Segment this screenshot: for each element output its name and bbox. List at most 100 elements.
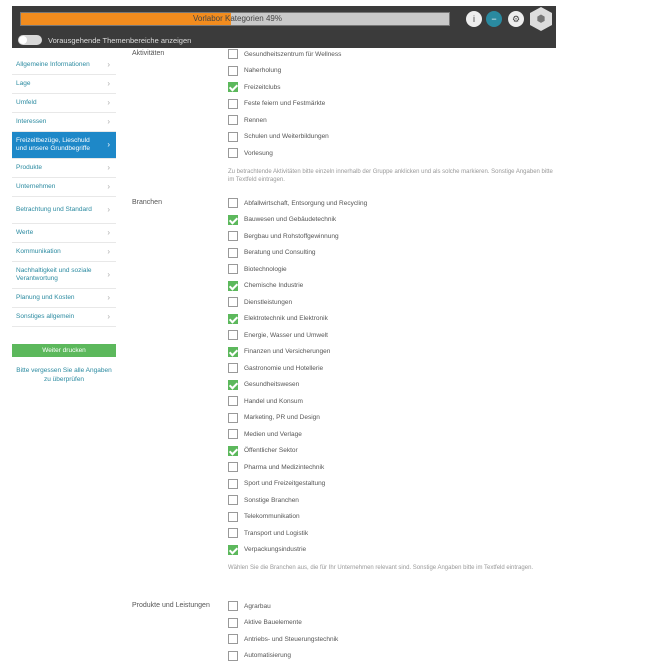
checkbox-icon[interactable]	[228, 429, 238, 439]
sidebar-item[interactable]: Umfeld ›	[12, 94, 116, 113]
checkbox-icon[interactable]	[228, 264, 238, 274]
checkbox-option[interactable]: Beratung und Consulting	[228, 247, 316, 259]
checkbox-icon[interactable]	[228, 617, 238, 628]
checkbox-option[interactable]: Sonstige Branchen	[228, 494, 299, 506]
checkbox-option[interactable]: Marketing, PR und Design	[228, 412, 320, 424]
checkbox-icon[interactable]	[228, 247, 238, 258]
checkbox-option[interactable]: Telekommunikation	[228, 511, 300, 523]
checkbox-icon[interactable]	[228, 231, 238, 241]
sidebar-item[interactable]: Planung und Kosten ›	[12, 289, 116, 308]
themes-toggle[interactable]	[18, 35, 42, 45]
checkbox-label: Abfallwirtschaft, Entsorgung und Recycli…	[244, 199, 368, 207]
checkbox-checked-icon[interactable]	[228, 313, 238, 324]
section-note: Wählen Sie die Branchen aus, die für Ihr…	[228, 565, 534, 571]
sidebar-item[interactable]: Sonstiges allgemein ›	[12, 308, 116, 327]
checkbox-checked-icon[interactable]	[228, 82, 238, 92]
sidebar-item-label: Betrachtung und Standard	[16, 206, 92, 213]
sidebar-item-label: Nachhaltigkeit und soziale Verantwortung	[16, 267, 92, 282]
checkbox-option[interactable]: Feste feiern und Festmärkte	[228, 98, 325, 110]
checkbox-label: Gesundheitszentrum für Wellness	[244, 50, 342, 58]
sidebar-item[interactable]: Produkte ›	[12, 159, 116, 178]
checkbox-option[interactable]: Automatisierung	[228, 650, 291, 662]
sidebar-note[interactable]: Bitte vergessen Sie alle Angaben zu über…	[12, 366, 116, 384]
checkbox-option[interactable]: Finanzen und Versicherungen	[228, 346, 330, 358]
checkbox-icon[interactable]	[228, 297, 238, 307]
checkbox-icon[interactable]	[228, 601, 238, 611]
checkbox-option[interactable]: Antriebs- und Steuerungstechnik	[228, 633, 338, 645]
checkbox-icon[interactable]	[228, 65, 238, 76]
checkbox-option[interactable]: Agrarbau	[228, 600, 271, 612]
checkbox-checked-icon[interactable]	[228, 280, 238, 291]
checkbox-option[interactable]: Rennen	[228, 114, 267, 126]
checkbox-option[interactable]: Gesundheitswesen	[228, 379, 299, 391]
info-button[interactable]: i	[466, 11, 482, 27]
checkbox-option[interactable]: Elektrotechnik und Elektronik	[228, 313, 328, 325]
sidebar-item[interactable]: Werte ›	[12, 224, 116, 243]
checkbox-label: Gesundheitswesen	[244, 381, 300, 388]
checkbox-option[interactable]: Öffentlicher Sektor	[228, 445, 298, 457]
checkbox-label: Medien und Verlage	[244, 430, 302, 438]
checkbox-icon[interactable]	[228, 363, 238, 373]
checkbox-option[interactable]: Medien und Verlage	[228, 428, 302, 440]
checkbox-icon[interactable]	[228, 330, 238, 340]
checkbox-option[interactable]: Bergbau und Rohstoffgewinnung	[228, 230, 339, 242]
checkbox-option[interactable]: Biotechnologie	[228, 263, 287, 275]
sidebar-item[interactable]: Unternehmen ›	[12, 178, 116, 197]
checkbox-icon[interactable]	[228, 148, 238, 158]
checkbox-icon[interactable]	[228, 478, 238, 489]
checkbox-option[interactable]: Naherholung	[228, 65, 281, 77]
checkbox-option[interactable]: Energie, Wasser und Umwelt	[228, 329, 328, 341]
checkbox-option[interactable]: Verpackungsindustrie	[228, 544, 306, 556]
checkbox-checked-icon[interactable]	[228, 379, 238, 390]
checkbox-checked-icon[interactable]	[228, 445, 238, 456]
minimize-button[interactable]: −	[486, 11, 502, 27]
checkbox-icon[interactable]	[228, 98, 238, 109]
checkbox-icon[interactable]	[228, 396, 238, 406]
checkbox-icon[interactable]	[228, 49, 238, 59]
checkbox-option[interactable]: Abfallwirtschaft, Entsorgung und Recycli…	[228, 197, 367, 209]
settings-button[interactable]: ⚙	[508, 11, 524, 27]
toggle-knob	[19, 36, 27, 44]
checkbox-icon[interactable]	[228, 634, 238, 644]
checkbox-checked-icon[interactable]	[228, 544, 238, 555]
checkbox-option[interactable]: Schulen und Weiterbildungen	[228, 131, 329, 143]
checkbox-option[interactable]: Gesundheitszentrum für Wellness	[228, 48, 341, 60]
checkbox-icon[interactable]	[228, 131, 238, 142]
checkbox-option[interactable]: Transport und Logistik	[228, 527, 308, 539]
checkbox-option[interactable]: Sport und Freizeitgestaltung	[228, 478, 325, 490]
chevron-right-icon: ›	[107, 205, 110, 214]
checkbox-checked-icon[interactable]	[228, 346, 238, 357]
section-label: Produkte und Leistungen	[132, 602, 210, 609]
checkbox-icon[interactable]	[228, 412, 238, 423]
sidebar-item[interactable]: Nachhaltigkeit und soziale Verantwortung…	[12, 262, 116, 289]
checkbox-label: Sport und Freizeitgestaltung	[244, 480, 326, 487]
checkbox-option[interactable]: Chemische Industrie	[228, 280, 303, 292]
checkbox-option[interactable]: Pharma und Medizintechnik	[228, 461, 324, 473]
checkbox-checked-icon[interactable]	[228, 214, 238, 225]
sidebar-item[interactable]: Freizeitbezüge, Lieschuld und unsere Gru…	[12, 132, 116, 159]
checkbox-icon[interactable]	[228, 511, 238, 522]
sidebar-item[interactable]: Interessen ›	[12, 113, 116, 132]
checkbox-icon[interactable]	[228, 198, 238, 208]
checkbox-icon[interactable]	[228, 528, 238, 538]
sidebar-item[interactable]: Betrachtung und Standard ›	[12, 197, 116, 224]
checkbox-option[interactable]: Dienstleistungen	[228, 296, 292, 308]
sidebar-item[interactable]: Allgemeine Informationen ›	[12, 56, 116, 75]
checkbox-label: Gastronomie und Hotellerie	[244, 364, 324, 372]
checkbox-icon[interactable]	[228, 115, 238, 125]
checkbox-option[interactable]: Freizeitclubs	[228, 81, 280, 93]
chevron-right-icon: ›	[107, 182, 110, 191]
checkbox-label: Sonstige Branchen	[244, 496, 299, 504]
checkbox-option[interactable]: Vorlesung	[228, 147, 273, 159]
chevron-right-icon: ›	[107, 98, 110, 107]
checkbox-icon[interactable]	[228, 495, 238, 505]
continue-button[interactable]: Weiter drucken	[12, 344, 116, 357]
checkbox-option[interactable]: Bauwesen und Gebäudetechnik	[228, 214, 336, 226]
checkbox-icon[interactable]	[228, 650, 238, 661]
sidebar-item[interactable]: Lage ›	[12, 75, 116, 94]
sidebar-item[interactable]: Kommunikation ›	[12, 243, 116, 262]
checkbox-icon[interactable]	[228, 462, 238, 472]
checkbox-option[interactable]: Aktive Bauelemente	[228, 617, 302, 629]
checkbox-option[interactable]: Handel und Konsum	[228, 395, 303, 407]
checkbox-option[interactable]: Gastronomie und Hotellerie	[228, 362, 323, 374]
